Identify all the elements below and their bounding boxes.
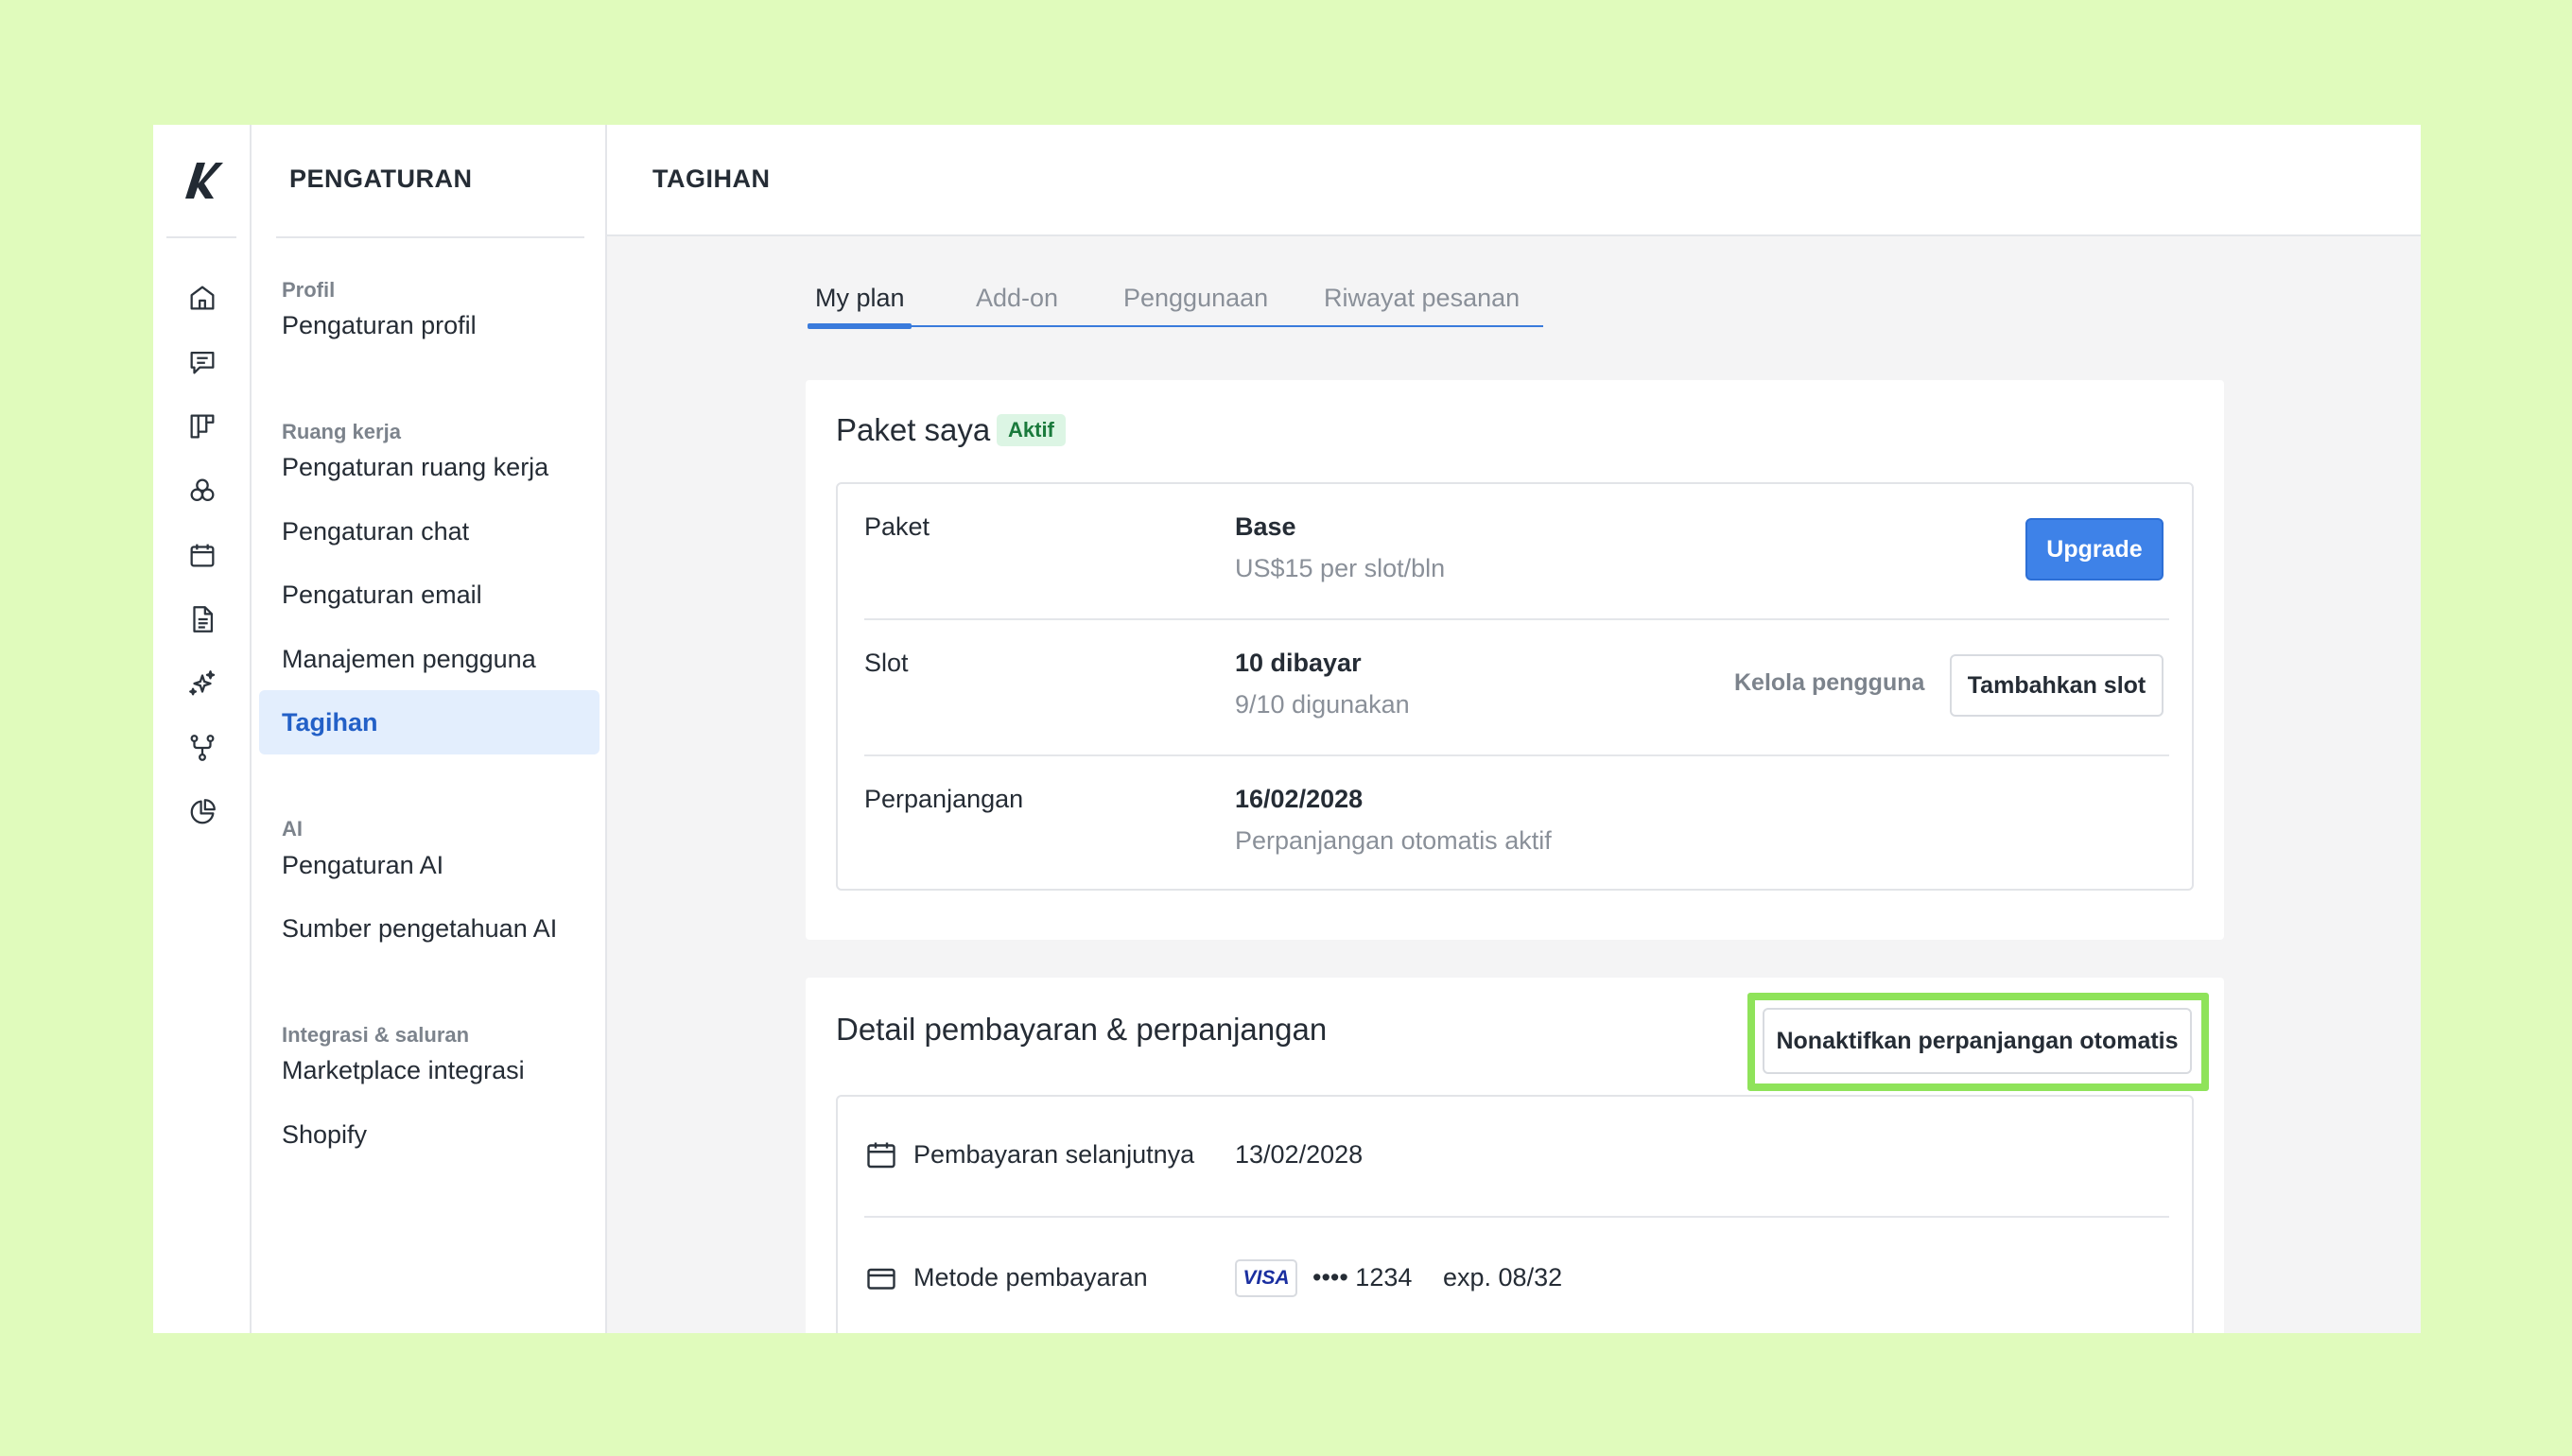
sidebar-divider <box>276 236 584 238</box>
home-icon[interactable] <box>184 280 220 316</box>
settings-sidebar: PENGATURAN Profil Pengaturan profil Ruan… <box>252 125 607 1333</box>
plan-row-sub: US$15 per slot/bln <box>1235 554 1446 582</box>
card-number: •••• 1234 <box>1312 1263 1413 1291</box>
sidebar-item-pengaturan-chat[interactable]: Pengaturan chat <box>259 499 600 563</box>
row-divider <box>864 1216 2169 1218</box>
plan-details-box: Paket Base US$15 per slot/bln Upgrade Sl… <box>836 482 2194 891</box>
chat-icon[interactable] <box>184 344 220 380</box>
tab-add-on[interactable]: Add-on <box>976 284 1058 327</box>
sidebar-item-pengaturan-email[interactable]: Pengaturan email <box>259 563 600 627</box>
payment-card: Detail pembayaran & perpanjangan Nonakti… <box>806 978 2224 1333</box>
slot-row-sub: 9/10 digunakan <box>1235 690 1410 719</box>
manage-users-link[interactable]: Kelola pengguna <box>1734 669 1924 697</box>
app-window: PENGATURAN Profil Pengaturan profil Ruan… <box>153 125 2421 1333</box>
add-slot-button[interactable]: Tambahkan slot <box>1950 654 2164 717</box>
tab-active-indicator <box>808 323 912 329</box>
card-expiry: exp. 08/32 <box>1443 1263 1563 1291</box>
sidebar-item-manajemen-pengguna[interactable]: Manajemen pengguna <box>259 627 600 691</box>
next-payment-value: 13/02/2028 <box>1235 1140 1364 1169</box>
sparkles-icon[interactable] <box>184 666 220 702</box>
payment-card-title: Detail pembayaran & perpanjangan <box>836 1012 1328 1047</box>
page-title: TAGIHAN <box>652 165 771 193</box>
row-divider <box>864 618 2169 620</box>
row-divider <box>864 754 2169 756</box>
slot-row-label: Slot <box>864 649 909 677</box>
sidebar-item-pengaturan-ai[interactable]: Pengaturan AI <box>259 833 600 897</box>
calendar-icon[interactable] <box>184 537 220 573</box>
sidebar-item-tagihan[interactable]: Tagihan <box>259 690 600 754</box>
visa-logo: VISA <box>1235 1259 1297 1297</box>
document-icon[interactable] <box>184 601 220 637</box>
status-badge: Aktif <box>997 414 1066 446</box>
sidebar-item-pengaturan-profil[interactable]: Pengaturan profil <box>259 293 600 357</box>
payment-method-label: Metode pembayaran <box>913 1263 1148 1291</box>
sidebar-item-pengaturan-ruang-kerja[interactable]: Pengaturan ruang kerja <box>259 435 600 499</box>
renewal-row-sub: Perpanjangan otomatis aktif <box>1235 826 1552 855</box>
billing-tabs: My plan Add-on Penggunaan Riwayat pesana… <box>808 284 1543 329</box>
renewal-row-value: 16/02/2028 <box>1235 785 1364 813</box>
upgrade-button[interactable]: Upgrade <box>2025 518 2164 581</box>
tab-riwayat-pesanan[interactable]: Riwayat pesanan <box>1324 284 1520 327</box>
k-logo[interactable] <box>180 157 225 202</box>
sidebar-title: PENGATURAN <box>289 165 473 193</box>
tab-my-plan[interactable]: My plan <box>815 284 905 327</box>
contacts-icon[interactable] <box>184 473 220 509</box>
plan-card: Paket saya Aktif Paket Base US$15 per sl… <box>806 380 2224 940</box>
plan-row-label: Paket <box>864 512 930 541</box>
tab-penggunaan[interactable]: Penggunaan <box>1123 284 1268 327</box>
payment-details-box: Pembayaran selanjutnya 13/02/2028 Metode… <box>836 1095 2194 1333</box>
disable-autorenew-button[interactable]: Nonaktifkan perpanjangan otomatis <box>1763 1008 2192 1074</box>
rail-divider <box>166 236 236 238</box>
calendar-icon <box>864 1138 898 1172</box>
next-payment-label: Pembayaran selanjutnya <box>913 1140 1195 1169</box>
sidebar-item-shopify[interactable]: Shopify <box>259 1102 600 1167</box>
board-icon[interactable] <box>184 408 220 444</box>
plan-card-title: Paket saya <box>836 412 991 447</box>
reports-icon[interactable] <box>184 794 220 830</box>
plan-row-value: Base <box>1235 512 1296 541</box>
icon-rail <box>153 125 252 1333</box>
slot-row-value: 10 dibayar <box>1235 649 1362 677</box>
sidebar-item-sumber-pengetahuan-ai[interactable]: Sumber pengetahuan AI <box>259 896 600 961</box>
workflow-icon[interactable] <box>184 730 220 766</box>
main-content: My plan Add-on Penggunaan Riwayat pesana… <box>607 236 2421 1333</box>
renewal-row-label: Perpanjangan <box>864 785 1024 813</box>
credit-card-icon <box>864 1261 898 1295</box>
main-header: TAGIHAN <box>607 125 2421 236</box>
sidebar-item-marketplace-integrasi[interactable]: Marketplace integrasi <box>259 1038 600 1102</box>
